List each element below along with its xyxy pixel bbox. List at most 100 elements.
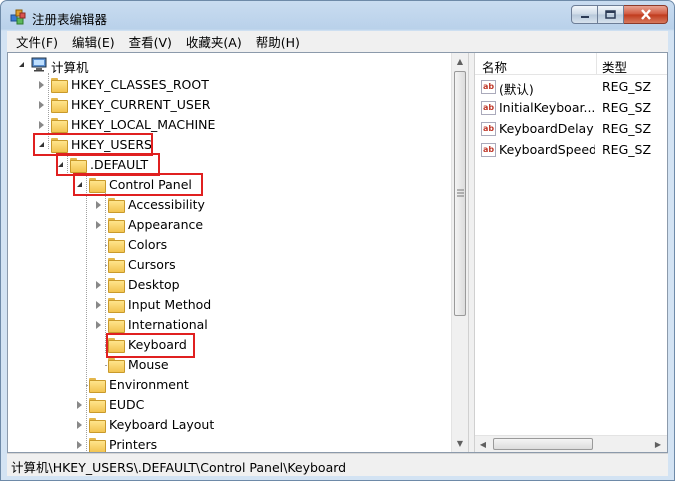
scroll-thumb[interactable] (493, 438, 593, 450)
tree-node-keyboard-layout[interactable]: Keyboard Layout (77, 415, 257, 435)
scroll-up-arrow-icon[interactable]: ▲ (452, 53, 468, 70)
folder-icon (89, 437, 106, 452)
tree-node-printers[interactable]: Printers (77, 435, 237, 452)
collapsed-arrow-icon[interactable] (39, 101, 44, 109)
value-type: REG_SZ (602, 142, 652, 157)
column-separator[interactable] (596, 53, 597, 75)
collapsed-arrow-icon[interactable] (96, 321, 101, 329)
collapsed-arrow-icon[interactable] (96, 301, 101, 309)
folder-icon (89, 417, 106, 433)
key-tree[interactable]: 计算机 HKEY_CLASSES_ROOT HKEY_CURRENT_USER … (8, 53, 468, 452)
tree-vertical-scrollbar[interactable]: ▲ ▼ (451, 53, 468, 452)
folder-icon (51, 117, 68, 133)
tree-label: HKEY_CLASSES_ROOT (71, 77, 209, 92)
tree-label: Printers (109, 437, 158, 452)
string-value-icon: ab (481, 122, 496, 136)
maximize-button[interactable] (598, 5, 624, 24)
scroll-right-arrow-icon[interactable]: ▶ (650, 436, 666, 452)
caption-buttons (571, 5, 668, 25)
status-bar: 计算机\HKEY_USERS\.DEFAULT\Control Panel\Ke… (7, 453, 668, 476)
maximize-icon (605, 10, 616, 19)
list-item[interactable]: ab KeyboardDelay REG_SZ (475, 119, 667, 140)
folder-icon (51, 77, 68, 93)
tree-root[interactable]: 计算机 (19, 55, 159, 75)
tree-label: Cursors (128, 257, 176, 272)
tree-label: Environment (109, 377, 189, 392)
folder-icon (108, 297, 125, 313)
tree-node-input-method[interactable]: Input Method (96, 295, 256, 315)
folder-icon (108, 257, 125, 273)
tree-label: Keyboard Layout (109, 417, 215, 432)
collapsed-arrow-icon[interactable] (96, 221, 101, 229)
highlight-keyboard (106, 333, 195, 358)
tree-label: EUDC (109, 397, 145, 412)
string-value-icon: ab (481, 143, 496, 157)
collapsed-arrow-icon[interactable] (96, 201, 101, 209)
tree-label: Appearance (128, 217, 204, 232)
minimize-button[interactable] (571, 5, 598, 24)
tree-node-environment[interactable]: Environment (77, 375, 237, 395)
menu-view[interactable]: 查看(V) (122, 32, 179, 51)
value-name: (默认) (499, 82, 534, 97)
tree-label: HKEY_LOCAL_MACHINE (71, 117, 216, 132)
folder-icon (89, 397, 106, 413)
tree-node-hkcu[interactable]: HKEY_CURRENT_USER (39, 95, 239, 115)
list-item[interactable]: ab (默认) REG_SZ (475, 77, 667, 98)
tree-label: Mouse (128, 357, 169, 372)
regedit-icon (10, 9, 26, 25)
title-bar[interactable]: 注册表编辑器 (1, 1, 674, 31)
collapsed-arrow-icon[interactable] (39, 81, 44, 89)
value-list[interactable]: 名称 类型 ab (默认) REG_SZ ab InitialKeyboar..… (475, 53, 667, 452)
column-name-header[interactable]: 名称 (482, 57, 507, 76)
menu-favorites[interactable]: 收藏夹(A) (179, 32, 249, 51)
tree-node-desktop[interactable]: Desktop (96, 275, 256, 295)
menu-edit[interactable]: 编辑(E) (65, 32, 122, 51)
tree-node-eudc[interactable]: EUDC (77, 395, 237, 415)
tree-node-cursors[interactable]: Cursors (96, 255, 256, 275)
string-value-icon: ab (481, 80, 496, 94)
scroll-left-arrow-icon[interactable]: ◀ (475, 436, 491, 452)
tree-node-accessibility[interactable]: Accessibility (96, 195, 256, 215)
grip-icon (457, 189, 464, 197)
menu-bar: 文件(F) 编辑(E) 查看(V) 收藏夹(A) 帮助(H) (7, 31, 668, 52)
expanded-arrow-icon[interactable] (19, 62, 24, 67)
close-icon (640, 9, 651, 20)
collapsed-arrow-icon[interactable] (77, 421, 82, 429)
tree-label: HKEY_CURRENT_USER (71, 97, 211, 112)
folder-icon (89, 377, 106, 393)
tree-node-appearance[interactable]: Appearance (96, 215, 256, 235)
collapsed-arrow-icon[interactable] (77, 401, 82, 409)
tree-label: Desktop (128, 277, 180, 292)
menu-file[interactable]: 文件(F) (9, 32, 65, 51)
window-title: 注册表编辑器 (32, 12, 108, 27)
value-name: InitialKeyboar... (499, 100, 595, 115)
collapsed-arrow-icon[interactable] (96, 281, 101, 289)
tree-node-international[interactable]: International (96, 315, 256, 335)
computer-icon (31, 57, 47, 72)
folder-icon (51, 97, 68, 113)
scroll-down-arrow-icon[interactable]: ▼ (452, 435, 468, 452)
list-item[interactable]: ab KeyboardSpeed REG_SZ (475, 140, 667, 161)
menu-help[interactable]: 帮助(H) (249, 32, 307, 51)
value-type: REG_SZ (602, 100, 652, 115)
tree-node-mouse[interactable]: Mouse (96, 355, 256, 375)
scroll-thumb[interactable] (454, 71, 466, 316)
folder-icon (108, 197, 125, 213)
tree-label: International (128, 317, 208, 332)
regedit-window: 注册表编辑器 文件(F) 编辑(E) 查看(V) 收藏夹(A) 帮助(H) 计算… (0, 0, 675, 481)
list-item[interactable]: ab InitialKeyboar... REG_SZ (475, 98, 667, 119)
value-type: REG_SZ (602, 121, 652, 136)
pane-splitter[interactable] (468, 53, 475, 452)
tree-node-hklm[interactable]: HKEY_LOCAL_MACHINE (39, 115, 239, 135)
list-horizontal-scrollbar[interactable]: ◀ ▶ (475, 435, 667, 452)
collapsed-arrow-icon[interactable] (39, 121, 44, 129)
close-button[interactable] (624, 5, 668, 24)
minimize-icon (580, 15, 589, 18)
tree-node-hkcr[interactable]: HKEY_CLASSES_ROOT (39, 75, 239, 95)
column-type-header[interactable]: 类型 (602, 57, 627, 76)
tree-node-colors[interactable]: Colors (96, 235, 256, 255)
tree-label: Input Method (128, 297, 212, 312)
highlight-control-panel (73, 173, 203, 196)
collapsed-arrow-icon[interactable] (77, 441, 82, 449)
value-name: KeyboardSpeed (499, 142, 595, 157)
